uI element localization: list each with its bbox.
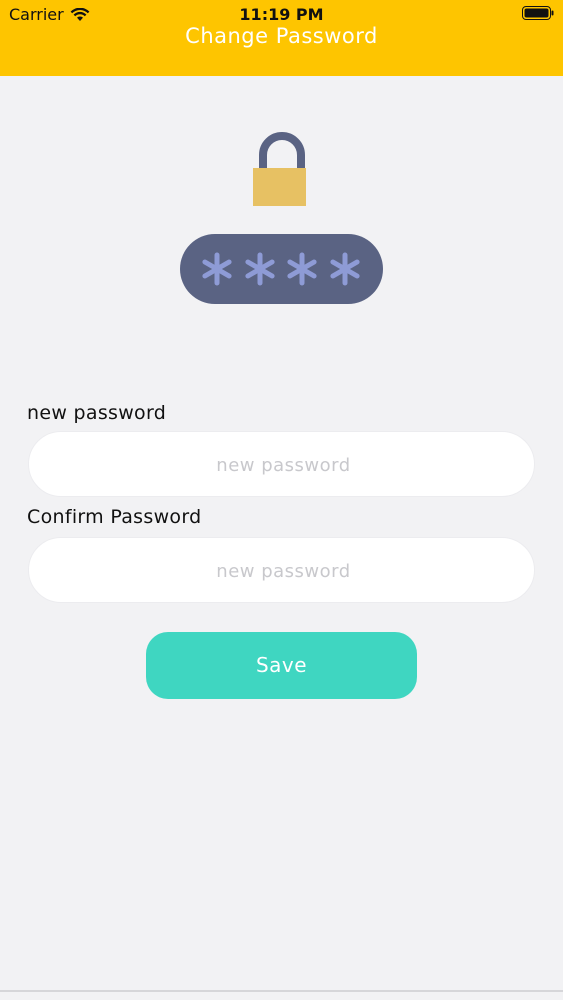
change-password-screen: Carrier 11:19 PM Change Password new pas… — [0, 0, 563, 1000]
page-title: Change Password — [185, 24, 378, 48]
bottom-divider — [0, 990, 563, 992]
confirm-password-field-container — [28, 537, 538, 604]
header-bar: Carrier 11:19 PM Change Password — [0, 0, 563, 76]
confirm-password-label: Confirm Password — [27, 506, 202, 528]
padlock-password-icon — [180, 132, 383, 304]
new-password-field-container — [28, 431, 538, 498]
new-password-input[interactable] — [29, 432, 538, 498]
status-time: 11:19 PM — [239, 5, 324, 24]
save-button[interactable]: Save — [146, 632, 417, 699]
confirm-password-input[interactable] — [29, 538, 538, 604]
battery-icon — [522, 6, 554, 20]
new-password-label: new password — [27, 402, 167, 424]
